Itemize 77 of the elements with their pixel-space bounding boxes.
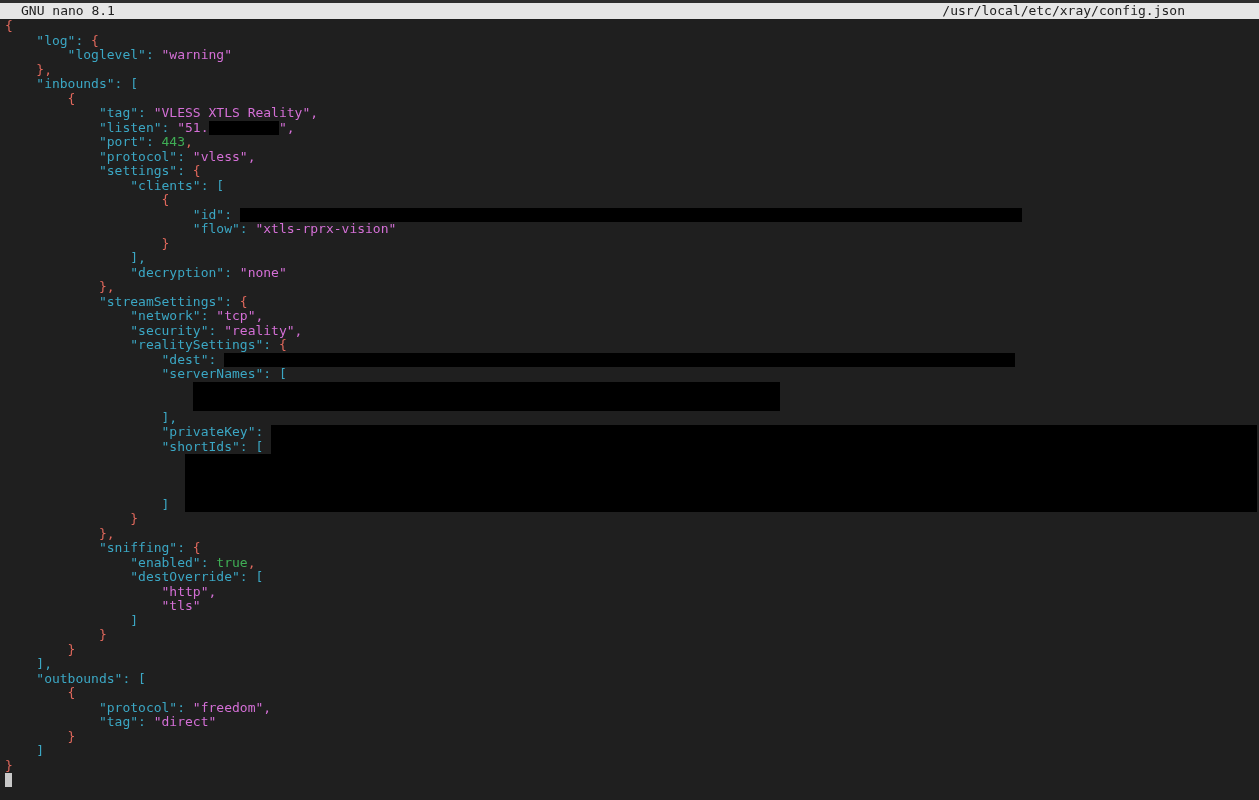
brace: }: [66, 642, 76, 657]
file-path: /usr/local/etc/xray/config.json: [942, 3, 1185, 19]
json-value: true: [215, 555, 248, 570]
bracket: ],: [129, 251, 146, 266]
bracket: [: [215, 178, 225, 193]
json-string: "freedom",: [191, 700, 272, 715]
brace: {: [278, 338, 287, 353]
json-key: "listen":: [5, 120, 170, 135]
brace: {: [160, 193, 170, 208]
bracket: ],: [35, 657, 52, 672]
text-cursor: [5, 773, 12, 788]
json-key: "security":: [5, 323, 217, 338]
json-key: "decryption":: [5, 265, 232, 280]
json-string: "warning": [160, 48, 232, 63]
json-key: "loglevel":: [5, 48, 154, 63]
redaction-bar: [208, 120, 279, 135]
json-key: "settings":: [5, 164, 185, 179]
bracket: [: [137, 671, 146, 686]
json-string: "vless",: [191, 149, 256, 164]
json-string: ",: [278, 120, 295, 135]
json-key: "protocol":: [5, 149, 185, 164]
brace: {: [191, 164, 201, 179]
bracket: [: [255, 439, 264, 454]
json-key: "clients":: [5, 178, 209, 193]
json-key: "network":: [5, 309, 209, 324]
bracket: ],: [160, 410, 178, 425]
brace: ,: [247, 555, 256, 570]
brace: {: [191, 541, 201, 556]
json-string: "51.: [176, 120, 209, 135]
brace: {: [66, 91, 76, 106]
json-string: "direct": [153, 715, 217, 730]
app-title: GNU nano 8.1: [21, 3, 115, 19]
json-key: "tag":: [5, 715, 146, 730]
brace: {: [238, 294, 248, 309]
json-key: "outbounds":: [5, 671, 131, 686]
json-string: "reality",: [224, 323, 303, 338]
json-key: "dest":: [5, 352, 217, 367]
bracket: [: [129, 77, 139, 92]
json-string: "xtls-rprx-vision": [254, 222, 397, 237]
json-key: "realitySettings":: [5, 338, 272, 353]
json-string: "http",: [160, 584, 217, 599]
brace: }: [97, 628, 107, 643]
bracket: ]: [35, 744, 45, 759]
json-string: "tls": [160, 599, 201, 614]
brace: {: [66, 686, 76, 701]
json-key: "tag":: [5, 106, 146, 121]
bracket: [: [254, 570, 264, 585]
json-key: "shortIds":: [5, 439, 248, 454]
json-key: "sniffing":: [5, 541, 185, 556]
brace: }: [129, 512, 139, 527]
json-key: "privateKey":: [5, 425, 264, 440]
json-key: "serverNames":: [5, 367, 272, 382]
json-value: 443: [160, 135, 186, 150]
json-string: "none": [238, 265, 287, 280]
json-string: "tcp",: [216, 309, 264, 324]
bracket: ]: [129, 613, 139, 628]
json-key: "inbounds":: [5, 77, 123, 92]
brace: },: [97, 526, 115, 541]
json-key: "port":: [5, 135, 154, 150]
json-key: "id":: [5, 207, 232, 222]
brace: }: [66, 729, 76, 744]
bracket: [: [277, 367, 287, 382]
brace: },: [97, 280, 115, 295]
json-string: "VLESS XTLS Reality",: [152, 106, 319, 121]
brace: ,: [185, 135, 193, 150]
json-key: "flow":: [5, 222, 248, 237]
json-key: "destOverride":: [5, 570, 248, 585]
json-key: "protocol":: [5, 700, 185, 715]
brace: }: [5, 758, 13, 773]
brace: }: [160, 236, 170, 251]
brace: {: [5, 19, 13, 34]
json-key: "streamSettings":: [5, 294, 232, 309]
bracket: ]: [160, 497, 170, 512]
brace: },: [35, 62, 52, 77]
brace: {: [90, 33, 99, 48]
json-key: "log":: [5, 33, 84, 48]
json-key: "enabled":: [5, 555, 209, 570]
